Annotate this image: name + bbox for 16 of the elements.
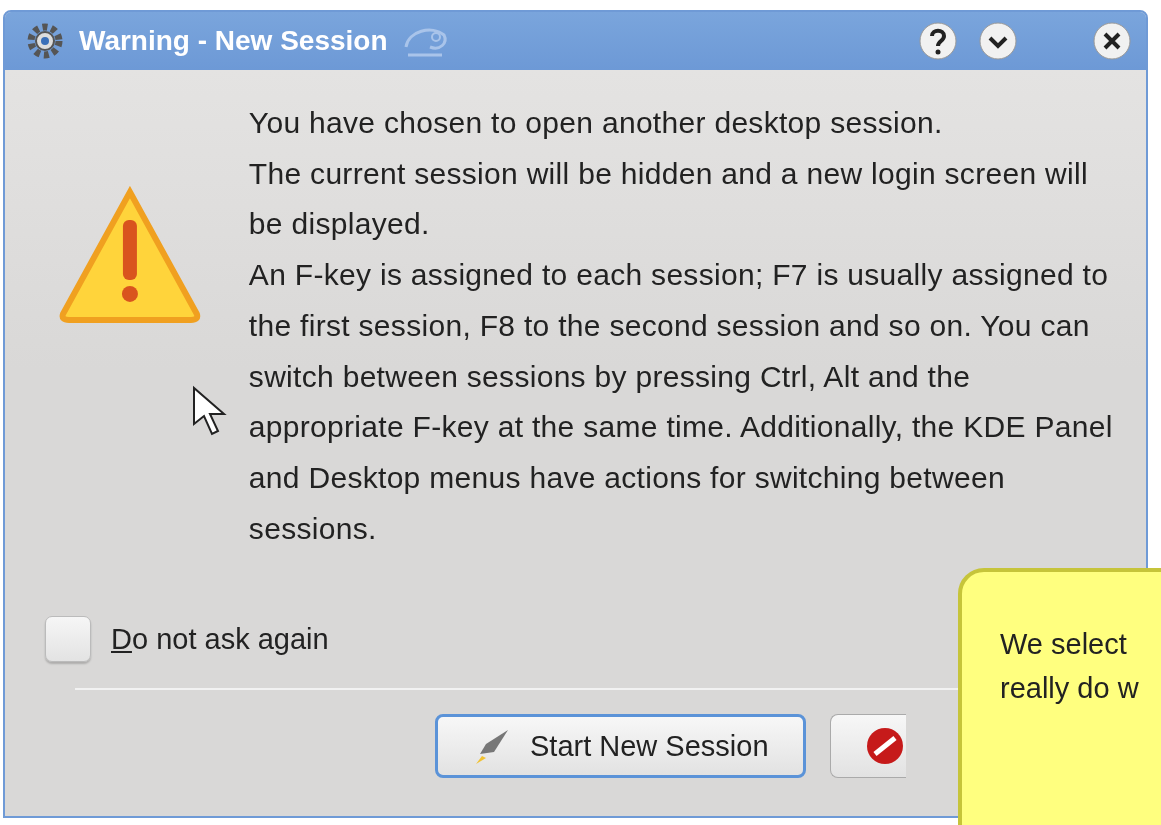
warning-icon <box>57 186 203 326</box>
checkbox[interactable] <box>45 616 91 663</box>
message-text: The current session will be hidden and a new login screen will be displayed. <box>248 155 1089 243</box>
start-session-button[interactable]: Start New Session <box>435 714 806 779</box>
stop-icon <box>864 726 905 767</box>
window-title: Warning - New Session <box>79 25 388 57</box>
note-text: We select <box>1000 627 1128 662</box>
help-icon[interactable] <box>918 21 958 61</box>
cancel-button[interactable] <box>829 714 906 779</box>
note-text: really do w <box>1000 671 1140 706</box>
close-icon[interactable] <box>1092 21 1132 61</box>
gear-icon <box>25 21 65 61</box>
checkbox-label[interactable]: Do not ask again <box>111 622 329 656</box>
message-text: An F-key is assigned to each session; F7 is usually assigned to the first session, F8 to the second session and so on. You can switch between sessions by pressing Ctrl, Alt and the appropriate F-key at the same time. Additionally, the KDE Panel and Desktop menus have actions for switching between sessions. <box>248 257 1114 547</box>
chevron-down-icon[interactable] <box>978 21 1018 61</box>
message-text: You have chosen to open another desktop session. <box>248 105 944 141</box>
